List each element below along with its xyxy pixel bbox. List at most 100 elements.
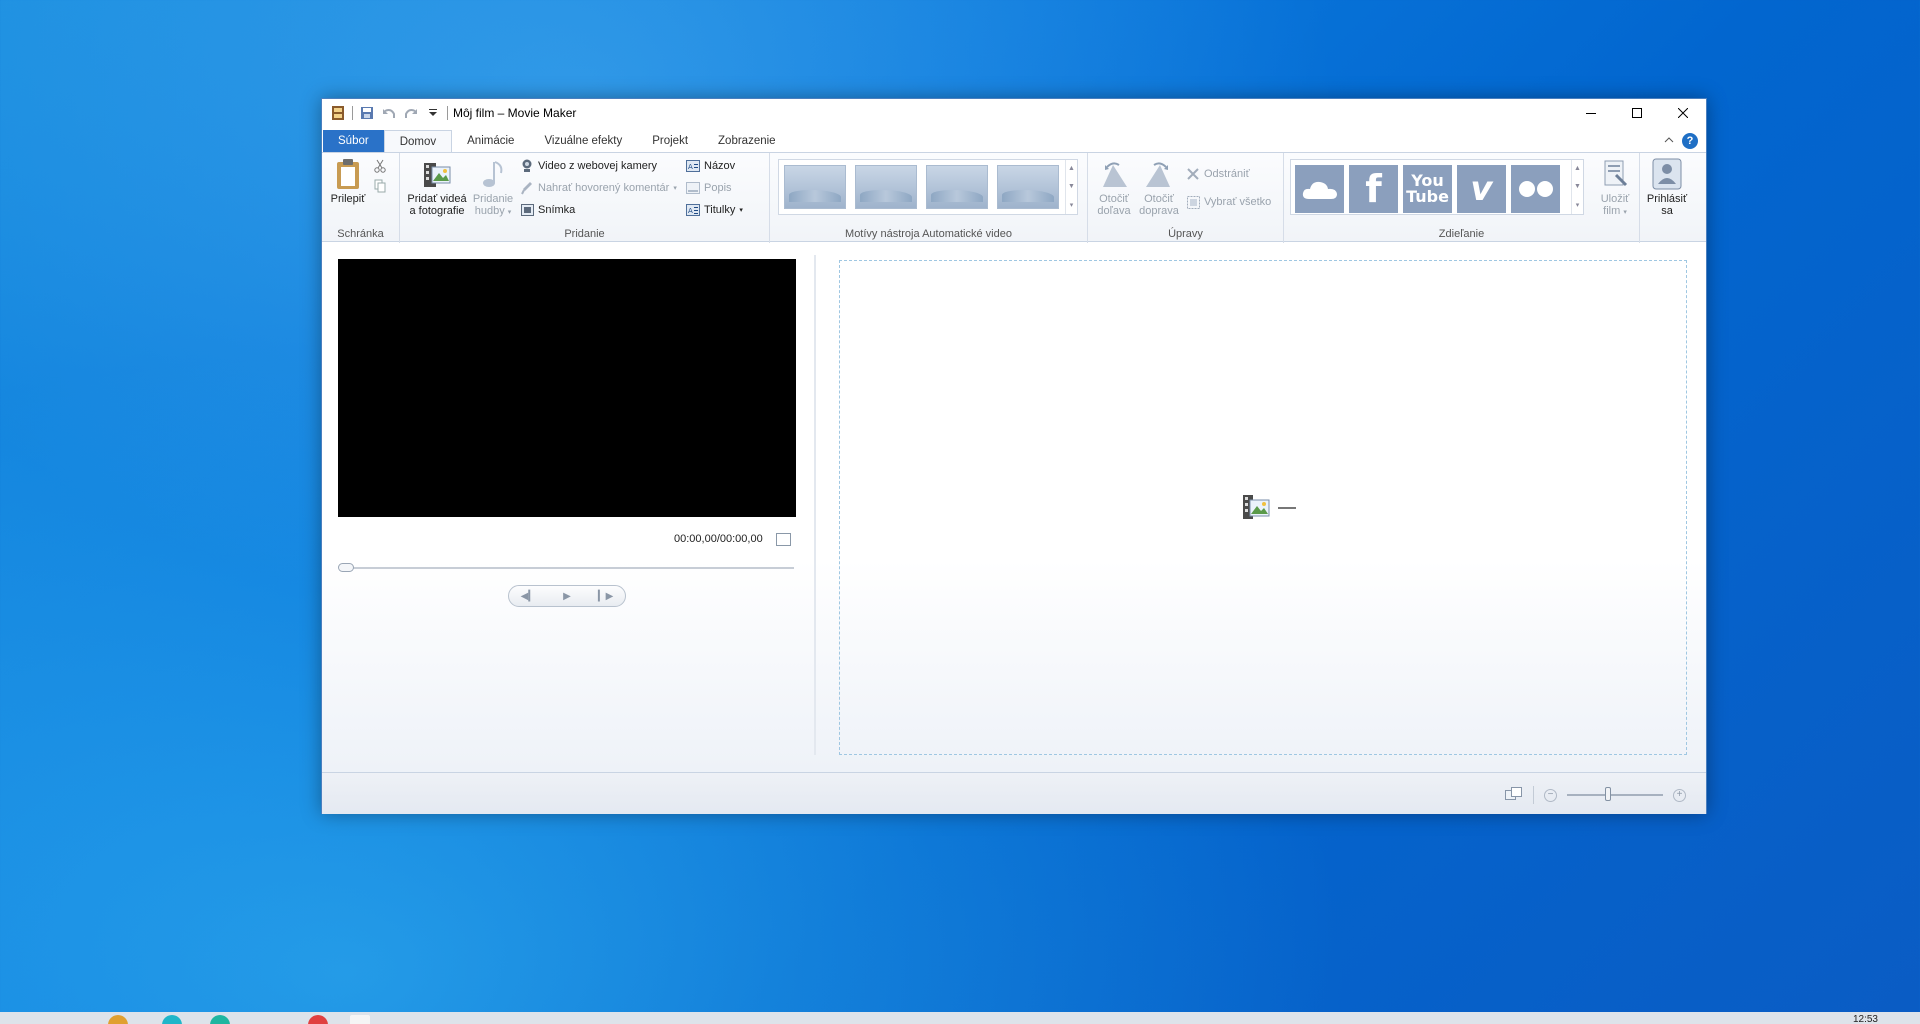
snapshot-button[interactable]: Snímka bbox=[520, 201, 575, 219]
customize-qat-icon[interactable] bbox=[425, 105, 441, 121]
undo-icon[interactable] bbox=[381, 105, 397, 121]
sign-in-button[interactable]: Prihlásiť sa bbox=[1642, 157, 1692, 217]
popout-preview-icon[interactable] bbox=[776, 533, 791, 546]
save-movie-icon bbox=[1599, 157, 1631, 191]
zoom-controls: − + bbox=[1505, 786, 1686, 804]
save-movie-button[interactable]: Uložiť film ▾ bbox=[1592, 157, 1638, 219]
add-videos-photos-button[interactable]: Pridať videá a fotografie bbox=[404, 157, 470, 217]
separator bbox=[447, 106, 448, 120]
webcam-icon bbox=[520, 159, 534, 173]
seek-thumb[interactable] bbox=[338, 563, 354, 572]
youtube-icon[interactable]: You Tube bbox=[1403, 165, 1452, 213]
thumbnail-size-icon[interactable] bbox=[1505, 786, 1523, 804]
snapshot-icon bbox=[520, 203, 534, 217]
maximize-button[interactable] bbox=[1614, 99, 1660, 127]
select-all-button[interactable]: Vybrať všetko bbox=[1186, 193, 1271, 211]
gallery-more-icon[interactable]: ▾ bbox=[1576, 201, 1580, 209]
save-icon[interactable] bbox=[359, 105, 375, 121]
tab-home[interactable]: Domov bbox=[383, 130, 453, 153]
gallery-scroll[interactable]: ▲ ▼ ▾ bbox=[1065, 160, 1077, 214]
onedrive-icon[interactable] bbox=[1295, 165, 1344, 213]
theme-thumbnail[interactable] bbox=[997, 165, 1059, 209]
flickr-icon[interactable] bbox=[1511, 165, 1560, 213]
group-label-themes: Motívy nástroja Automatické video bbox=[845, 228, 1012, 240]
scroll-down-icon[interactable]: ▼ bbox=[1068, 183, 1075, 190]
group-automovie-themes: ▲ ▼ ▾ Motívy nástroja Automatické video bbox=[770, 153, 1088, 243]
taskbar-app-icon[interactable] bbox=[350, 1015, 370, 1024]
facebook-icon[interactable]: f bbox=[1349, 165, 1398, 213]
scroll-up-icon[interactable]: ▲ bbox=[1068, 165, 1075, 172]
zoom-in-icon[interactable]: + bbox=[1673, 788, 1686, 802]
cut-icon[interactable] bbox=[374, 159, 386, 176]
quick-access-toolbar bbox=[330, 104, 448, 122]
rotate-left-button[interactable]: Otočiť doľava bbox=[1092, 157, 1136, 217]
help-icon[interactable]: ? bbox=[1682, 133, 1698, 149]
playback-controls: ◀▎ ▶ ▎▶ bbox=[508, 585, 626, 607]
svg-text:A: A bbox=[688, 207, 693, 215]
minimize-button[interactable] bbox=[1568, 99, 1614, 127]
app-icon bbox=[330, 105, 346, 121]
tab-project[interactable]: Projekt bbox=[637, 130, 703, 152]
credits-button[interactable]: A Titulky ▾ bbox=[686, 201, 743, 219]
ribbon-tabs: Súbor Domov Animácie Vizuálne efekty Pro… bbox=[322, 130, 1706, 153]
dropdown-arrow-icon: ▾ bbox=[1623, 209, 1627, 216]
play-icon[interactable]: ▶ bbox=[548, 586, 587, 606]
tab-visual-effects[interactable]: Vizuálne efekty bbox=[529, 130, 637, 152]
paste-button[interactable]: Prilepiť bbox=[328, 157, 368, 205]
record-narration-button[interactable]: Nahrať hovorený komentár ▾ bbox=[520, 179, 677, 197]
add-media-placeholder[interactable] bbox=[1242, 493, 1296, 522]
theme-thumbnail[interactable] bbox=[784, 165, 846, 209]
seek-bar[interactable] bbox=[340, 567, 794, 569]
microphone-icon bbox=[520, 181, 534, 195]
webcam-video-button[interactable]: Video z webovej kamery bbox=[520, 157, 657, 175]
zoom-out-icon[interactable]: − bbox=[1544, 788, 1557, 802]
tab-file[interactable]: Súbor bbox=[323, 130, 384, 152]
taskbar-app-icon[interactable] bbox=[308, 1015, 328, 1024]
title-button[interactable]: A Názov bbox=[686, 157, 735, 175]
music-note-icon bbox=[477, 157, 509, 191]
sharing-gallery: f You Tube v ▲ ▼ ▾ bbox=[1290, 159, 1584, 215]
group-editing: Otočiť doľava Otočiť doprava Odstrániť V… bbox=[1088, 153, 1284, 243]
taskbar-app-icon[interactable] bbox=[108, 1015, 128, 1024]
copy-icon[interactable] bbox=[374, 179, 386, 196]
dropdown-arrow-icon: ▾ bbox=[739, 207, 743, 214]
theme-gallery: ▲ ▼ ▾ bbox=[778, 159, 1078, 215]
redo-icon[interactable] bbox=[403, 105, 419, 121]
clipboard-icon bbox=[332, 157, 364, 191]
group-sharing: f You Tube v ▲ ▼ ▾ Uložiť film ▾ Prihlás… bbox=[1284, 153, 1707, 243]
taskbar-clock[interactable]: 12:53 bbox=[1853, 1014, 1878, 1024]
scroll-up-icon[interactable]: ▲ bbox=[1574, 165, 1581, 172]
separator bbox=[1533, 786, 1534, 804]
tab-view[interactable]: Zobrazenie bbox=[703, 130, 791, 152]
sharing-scroll[interactable]: ▲ ▼ ▾ bbox=[1571, 160, 1583, 214]
zoom-slider[interactable] bbox=[1567, 787, 1663, 801]
remove-button[interactable]: Odstrániť bbox=[1186, 165, 1250, 183]
tab-animations[interactable]: Animácie bbox=[452, 130, 529, 152]
ribbon: Prilepiť Schránka Pridať videá a fotogra… bbox=[322, 152, 1707, 243]
previous-frame-icon[interactable]: ◀▎ bbox=[509, 586, 548, 606]
next-frame-icon[interactable]: ▎▶ bbox=[586, 586, 625, 606]
minimize-ribbon-icon[interactable] bbox=[1664, 135, 1674, 147]
close-button[interactable] bbox=[1660, 99, 1706, 127]
scroll-down-icon[interactable]: ▼ bbox=[1574, 183, 1581, 190]
group-label-editing: Úpravy bbox=[1168, 228, 1203, 240]
taskbar-app-icon[interactable] bbox=[210, 1015, 230, 1024]
pane-splitter[interactable] bbox=[814, 255, 816, 755]
preview-monitor[interactable] bbox=[338, 259, 796, 517]
taskbar-app-icon[interactable] bbox=[162, 1015, 182, 1024]
film-photo-icon bbox=[1242, 493, 1270, 522]
rotate-right-button[interactable]: Otočiť doprava bbox=[1136, 157, 1182, 217]
user-icon bbox=[1651, 157, 1683, 191]
caption-button[interactable]: Popis bbox=[686, 179, 732, 197]
vimeo-icon[interactable]: v bbox=[1457, 165, 1506, 213]
zoom-slider-thumb[interactable] bbox=[1605, 787, 1611, 801]
add-music-button[interactable]: Pridanie hudby ▾ bbox=[470, 157, 516, 219]
separator bbox=[1639, 153, 1640, 243]
storyboard-area[interactable] bbox=[839, 260, 1687, 755]
theme-thumbnail[interactable] bbox=[855, 165, 917, 209]
remove-x-icon bbox=[1186, 167, 1200, 181]
title-icon: A bbox=[686, 159, 700, 173]
theme-thumbnail[interactable] bbox=[926, 165, 988, 209]
group-label-clipboard: Schránka bbox=[337, 228, 384, 240]
gallery-more-icon[interactable]: ▾ bbox=[1070, 201, 1074, 209]
